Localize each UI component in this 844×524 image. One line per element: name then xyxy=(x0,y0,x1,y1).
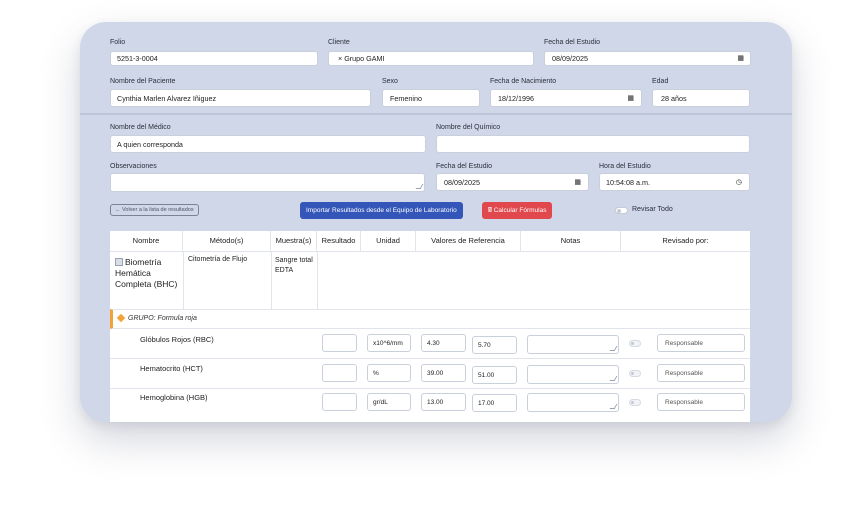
unit-field[interactable]: gr/dL xyxy=(367,393,411,411)
paciente-field[interactable]: Cynthia Marlen Alvarez Iñiguez xyxy=(110,89,371,107)
divider xyxy=(271,251,272,309)
medico-field[interactable]: A quien corresponda xyxy=(110,135,426,153)
table-row: Hemoglobina (HGB) gr/dL 13.00 17.00 Resp… xyxy=(110,389,750,418)
result-input[interactable] xyxy=(322,364,357,382)
paciente-label: Nombre del Paciente xyxy=(110,78,176,85)
table-header: Nombre Método(s) Muestra(s) Resultado Un… xyxy=(110,231,750,252)
col-metodos: Método(s) xyxy=(183,231,271,251)
calendar-icon[interactable]: ▦ xyxy=(737,52,744,65)
result-input[interactable] xyxy=(322,334,357,352)
calendar-icon[interactable]: ▦ xyxy=(627,90,634,106)
reviewer-field[interactable]: Responsable xyxy=(657,364,745,382)
document-icon xyxy=(115,258,123,266)
calendar-icon[interactable]: ▦ xyxy=(574,174,581,190)
review-toggle[interactable] xyxy=(629,399,641,406)
fecha-estudio-label: Fecha del Estudio xyxy=(436,163,493,170)
review-toggle[interactable] xyxy=(629,340,641,347)
quimico-label: Nombre del Químico xyxy=(436,124,501,131)
study-method: Citometría de Flujo xyxy=(188,256,248,263)
folio-label: Folio xyxy=(110,39,126,46)
cliente-label: Cliente xyxy=(328,39,350,46)
col-revisado-por: Revisado por: xyxy=(662,236,709,245)
row-name: Hemoglobina (HGB) xyxy=(140,393,208,402)
divider xyxy=(317,251,318,309)
hora-estudio-field[interactable]: 10:54:08 a.m. ◷ xyxy=(599,173,750,191)
col-valores-referencia: Valores de Referencia xyxy=(416,231,521,251)
col-resultado: Resultado xyxy=(317,231,361,251)
notes-field[interactable] xyxy=(527,365,619,384)
row-name: Glóbulos Rojos (RBC) xyxy=(140,335,214,344)
notes-field[interactable] xyxy=(527,335,619,354)
diamond-icon xyxy=(116,313,126,323)
edad-field[interactable]: 28 años xyxy=(652,89,750,107)
divider xyxy=(183,251,184,309)
quimico-field[interactable] xyxy=(436,135,750,153)
result-input[interactable] xyxy=(322,393,357,411)
hora-estudio-value: 10:54:08 a.m. xyxy=(606,178,650,187)
fecha-estudio-top-value: 08/09/2025 xyxy=(552,54,588,63)
ref-max-field[interactable]: 5.70 xyxy=(472,336,517,354)
nacimiento-label: Fecha de Nacimiento xyxy=(490,78,557,85)
ref-min-field[interactable]: 13.00 xyxy=(421,393,466,411)
results-panel: Folio 5251-3-0004 Cliente × Grupo GAMI F… xyxy=(80,22,792,422)
clock-icon[interactable]: ◷ xyxy=(736,174,742,190)
ref-min-field[interactable]: 39.00 xyxy=(421,364,466,382)
group-row: GRUPO: Formula roja xyxy=(110,309,750,329)
study-name: Biometría Hemática Completa (BHC) xyxy=(115,257,181,290)
unit-field[interactable]: % xyxy=(367,364,411,382)
ref-max-field[interactable]: 51.00 xyxy=(472,366,517,384)
group-label: GRUPO: Formula roja xyxy=(128,315,197,322)
sexo-label: Sexo xyxy=(382,78,398,85)
nacimiento-value: 18/12/1996 xyxy=(498,94,534,103)
table-row: Hematocrito (HCT) % 39.00 51.00 Responsa… xyxy=(110,359,750,388)
study-name-text: Biometría Hemática Completa (BHC) xyxy=(115,257,178,289)
hora-estudio-label: Hora del Estudio xyxy=(599,163,651,170)
back-to-results-button[interactable]: ← Volver a la lista de resultados xyxy=(110,204,199,216)
notes-field[interactable] xyxy=(527,393,619,412)
table-row: Glóbulos Rojos (RBC) x10^6/mm 4.30 5.70 … xyxy=(110,329,750,358)
sexo-field[interactable]: Femenino xyxy=(382,89,480,107)
col-notas: Notas xyxy=(521,231,621,251)
import-results-button[interactable]: Importar Resultados desde el Equipo de L… xyxy=(300,202,463,219)
nacimiento-field[interactable]: 18/12/1996 ▦ xyxy=(490,89,642,107)
fecha-estudio-value: 08/09/2025 xyxy=(444,178,480,187)
observaciones-field[interactable] xyxy=(110,173,425,192)
review-toggle[interactable] xyxy=(629,370,641,377)
calculate-formulas-button[interactable]: 🖩 Calcular Fórmulas xyxy=(482,202,553,219)
fecha-estudio-top-field[interactable]: 08/09/2025 ▦ xyxy=(544,51,751,66)
reviewer-field[interactable]: Responsable xyxy=(657,334,745,352)
reviewer-field[interactable]: Responsable xyxy=(657,393,745,411)
fecha-estudio-top-label: Fecha del Estudio xyxy=(544,39,601,46)
medico-label: Nombre del Médico xyxy=(110,124,171,131)
col-nombre: Nombre xyxy=(110,231,183,251)
fecha-estudio-field[interactable]: 08/09/2025 ▦ xyxy=(436,173,589,191)
ref-min-field[interactable]: 4.30 xyxy=(421,334,466,352)
results-table: Nombre Método(s) Muestra(s) Resultado Un… xyxy=(110,231,750,422)
review-all-toggle[interactable] xyxy=(615,207,628,214)
folio-field[interactable]: 5251-3-0004 xyxy=(110,51,318,66)
col-muestras: Muestra(s) xyxy=(271,231,317,251)
review-all-label: Revisar Todo xyxy=(632,206,673,213)
divider xyxy=(80,113,792,115)
unit-field[interactable]: x10^6/mm xyxy=(367,334,411,352)
observaciones-label: Observaciones xyxy=(110,163,157,170)
study-sample: Sangre total EDTA xyxy=(275,257,313,274)
row-name: Hematocrito (HCT) xyxy=(140,364,203,373)
ref-max-field[interactable]: 17.00 xyxy=(472,394,517,412)
cliente-select[interactable]: × Grupo GAMI xyxy=(328,51,534,66)
col-unidad: Unidad xyxy=(361,231,416,251)
edad-label: Edad xyxy=(652,78,669,85)
